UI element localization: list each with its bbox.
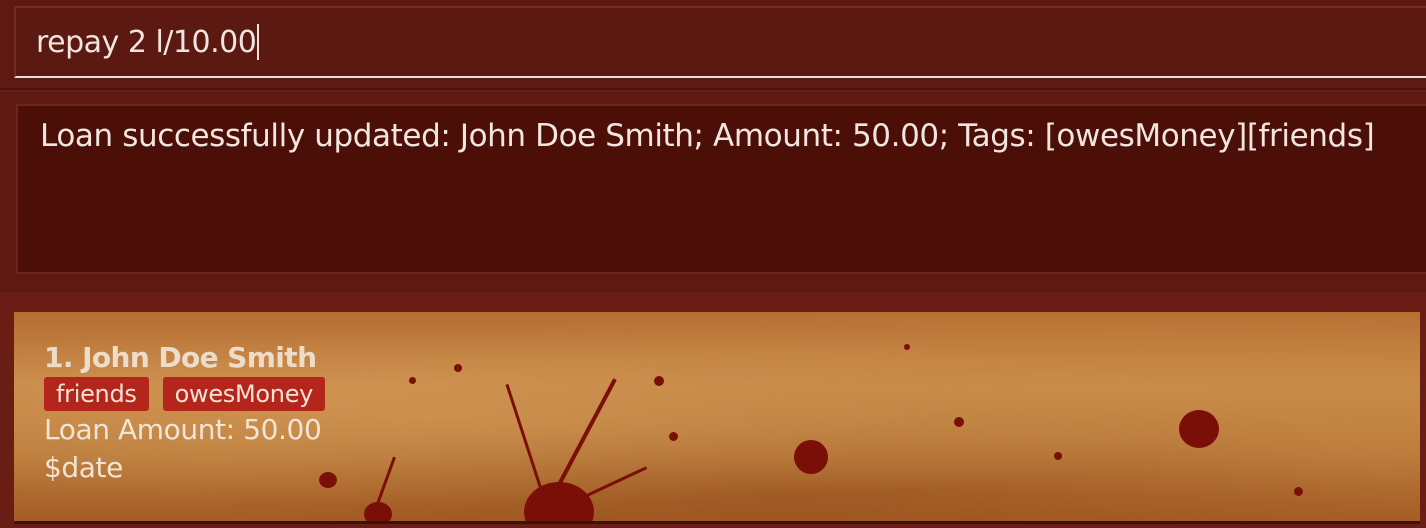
splatter-decoration bbox=[1294, 487, 1303, 496]
app-window: repay 2 l/10.00 Loan successfully update… bbox=[0, 0, 1426, 528]
text-caret bbox=[257, 24, 260, 60]
splatter-decoration bbox=[1179, 410, 1219, 448]
loan-date: $date bbox=[44, 451, 123, 484]
splatter-decoration bbox=[573, 466, 648, 503]
splatter-decoration bbox=[1054, 452, 1062, 460]
splatter-decoration bbox=[505, 383, 546, 499]
loan-list-panel[interactable]: 1. John Doe Smith friends owesMoney Loan… bbox=[0, 292, 1426, 528]
result-message: Loan successfully updated: John Doe Smit… bbox=[40, 118, 1375, 154]
splatter-decoration bbox=[654, 376, 664, 386]
splatter-decoration bbox=[954, 417, 964, 427]
tag-owes-money: owesMoney bbox=[162, 377, 326, 411]
tag-list: friends owesMoney bbox=[44, 377, 326, 411]
command-box-panel: repay 2 l/10.00 bbox=[0, 0, 1426, 90]
splatter-decoration bbox=[669, 432, 678, 441]
command-input-field[interactable]: repay 2 l/10.00 bbox=[14, 6, 1426, 78]
loan-name: 1. John Doe Smith bbox=[44, 341, 317, 374]
splatter-decoration bbox=[794, 440, 828, 474]
result-display-panel: Loan successfully updated: John Doe Smit… bbox=[0, 92, 1426, 292]
tag-friends: friends bbox=[44, 377, 149, 411]
loan-card[interactable]: 1. John Doe Smith friends owesMoney Loan… bbox=[14, 312, 1420, 524]
result-display-box[interactable]: Loan successfully updated: John Doe Smit… bbox=[16, 104, 1426, 274]
splatter-decoration bbox=[904, 344, 910, 350]
loan-card-content: 1. John Doe Smith friends owesMoney Loan… bbox=[44, 340, 326, 487]
splatter-decoration bbox=[552, 378, 617, 495]
command-input-text[interactable]: repay 2 l/10.00 bbox=[36, 25, 257, 60]
loan-amount: Loan Amount: 50.00 bbox=[44, 413, 322, 446]
splatter-decoration bbox=[409, 377, 416, 384]
splatter-decoration bbox=[454, 364, 462, 372]
